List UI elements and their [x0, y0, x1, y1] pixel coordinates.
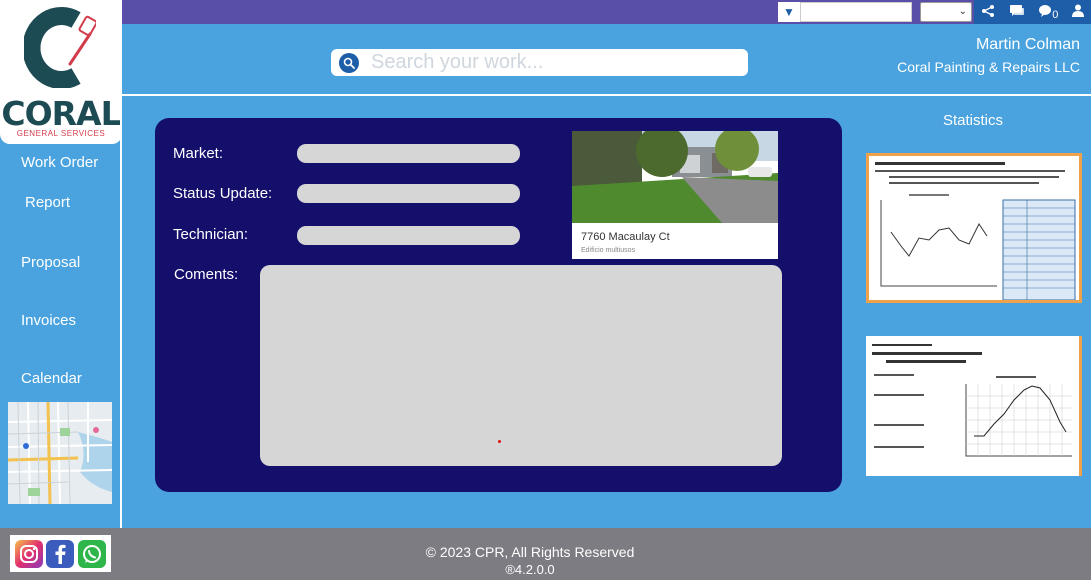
map-thumbnail[interactable] — [8, 402, 112, 504]
user-name[interactable]: Martin Colman — [976, 36, 1080, 54]
top-select[interactable]: ⌄ — [920, 2, 972, 22]
search-icon[interactable] — [339, 52, 359, 73]
statistics-thumbnail-2[interactable] — [866, 336, 1082, 476]
statistics-thumbnail-1[interactable] — [866, 153, 1082, 303]
comments-label: Coments: — [174, 266, 239, 283]
sidebar-item-proposal[interactable]: Proposal — [21, 254, 80, 271]
user-icon[interactable] — [1072, 4, 1085, 20]
top-bar: ▼ ⌄ 0 — [122, 0, 1091, 24]
cursor-dot — [498, 440, 501, 443]
sidebar-item-invoices[interactable]: Invoices — [21, 312, 76, 329]
search-input[interactable] — [371, 51, 731, 74]
sidebar-item-work-order[interactable]: Work Order — [21, 154, 98, 171]
top-input[interactable] — [800, 2, 912, 22]
property-photo — [572, 131, 778, 223]
market-label: Market: — [173, 145, 224, 162]
facebook-icon[interactable] — [46, 539, 75, 568]
comments-textarea[interactable] — [260, 265, 782, 466]
social-links — [10, 535, 111, 572]
statistics-title: Statistics — [943, 112, 1004, 129]
technician-field[interactable] — [297, 226, 520, 245]
sidebar-item-report[interactable]: Report — [25, 194, 70, 211]
work-order-card: Market: Status Update: Technician: Comen… — [155, 118, 842, 492]
logo-c-icon — [24, 7, 96, 88]
market-field[interactable] — [297, 144, 520, 163]
whatsapp-icon[interactable] — [78, 539, 107, 568]
coral-logo[interactable]: CORAL GENERAL SERVICES — [0, 0, 122, 144]
search-bar[interactable] — [331, 49, 748, 76]
logo-name: CORAL — [1, 94, 121, 133]
technician-label: Technician: — [173, 226, 249, 243]
company-name: Coral Painting & Repairs LLC — [897, 59, 1080, 75]
top-icons: 0 — [974, 0, 1091, 24]
header-divider — [122, 94, 1091, 96]
version-text: ®4.2.0.0 — [505, 562, 555, 577]
status-update-label: Status Update: — [173, 185, 273, 202]
share-icon[interactable] — [981, 4, 995, 21]
sidebar-divider — [120, 94, 122, 528]
property-card[interactable]: 7760 Macaulay Ct Edificio multiusos — [572, 131, 778, 259]
sidebar-item-calendar[interactable]: Calendar — [21, 370, 82, 387]
copyright-text: © 2023 CPR, All Rights Reserved — [425, 544, 635, 560]
dropdown-toggle[interactable]: ▼ — [778, 2, 800, 22]
footer: © 2023 CPR, All Rights Reserved ®4.2.0.0 — [0, 528, 1091, 580]
property-address: 7760 Macaulay Ct — [581, 231, 670, 243]
notification-icon[interactable]: 0 — [1038, 4, 1058, 21]
status-update-field[interactable] — [297, 184, 520, 203]
notification-count: 0 — [1052, 8, 1059, 21]
chat-icon[interactable] — [1009, 4, 1025, 21]
instagram-icon[interactable] — [14, 539, 43, 568]
logo-tagline: GENERAL SERVICES — [16, 129, 106, 138]
property-type: Edificio multiusos — [581, 247, 636, 254]
